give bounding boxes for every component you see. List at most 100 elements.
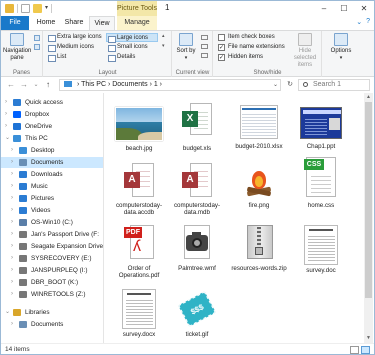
- folder-icon[interactable]: [5, 4, 14, 13]
- layout-scroll-up-icon[interactable]: ▴: [162, 33, 165, 39]
- scroll-down-icon[interactable]: ▼: [364, 334, 373, 343]
- file-item[interactable]: beach.jpg: [109, 101, 169, 152]
- navigation-pane-button[interactable]: Navigation pane: [3, 33, 31, 62]
- nav-item[interactable]: › Seagate Expansion Drive (F:: [1, 241, 103, 252]
- add-columns-icon[interactable]: [201, 44, 208, 49]
- collapse-chevron-icon[interactable]: ›: [5, 121, 7, 132]
- navigation-pane[interactable]: › Quick access › Dropbox › OneDrive ⌄ This PC › D…: [1, 93, 104, 343]
- file-item[interactable]: budget-2010.xlsx: [229, 101, 289, 150]
- file-item[interactable]: X budget.xls: [167, 101, 227, 152]
- collapse-chevron-icon[interactable]: ›: [11, 193, 13, 204]
- recent-locations-chevron-icon[interactable]: ⌄: [30, 79, 42, 91]
- address-history-chevron-icon[interactable]: ⌄: [273, 80, 278, 90]
- group-by-icon[interactable]: [201, 35, 208, 40]
- nav-item[interactable]: › Jan's Passport Drive (F:: [1, 229, 103, 240]
- file-item[interactable]: survey.doc: [291, 225, 351, 274]
- up-button[interactable]: ↑: [42, 79, 54, 91]
- help-icon[interactable]: ?: [366, 18, 370, 26]
- hide-selected-items-button[interactable]: Hide selected items: [290, 33, 320, 69]
- customize-toolbar-chevron-icon[interactable]: ▾: [45, 4, 48, 13]
- nav-item[interactable]: › OS-Win10 (C:): [1, 217, 103, 228]
- forward-button[interactable]: →: [18, 79, 30, 91]
- size-columns-icon[interactable]: [201, 53, 208, 58]
- tab-share[interactable]: Share: [61, 16, 87, 30]
- nav-item[interactable]: › Desktop: [1, 145, 103, 156]
- file-item[interactable]: $$$ ticket.gif: [167, 289, 227, 338]
- layout-list[interactable]: List: [47, 53, 66, 62]
- collapse-chevron-icon[interactable]: ›: [5, 109, 7, 120]
- back-button[interactable]: ←: [5, 79, 17, 91]
- collapse-chevron-icon[interactable]: ›: [11, 145, 13, 156]
- item-check-boxes-toggle[interactable]: Item check boxes: [218, 33, 275, 42]
- minimize-button[interactable]: –: [314, 1, 334, 16]
- layout-scroll-down-icon[interactable]: ▾: [162, 43, 165, 49]
- file-list[interactable]: beach.jpg X budget.xls budget-2010.xlsx: [105, 93, 364, 343]
- collapse-chevron-icon[interactable]: ›: [5, 97, 7, 108]
- nav-item[interactable]: › SYSRECOVERY (E:): [1, 253, 103, 264]
- collapse-chevron-icon[interactable]: ›: [11, 319, 13, 330]
- file-item[interactable]: Palmtree.wmf: [167, 225, 227, 272]
- maximize-button[interactable]: ☐: [334, 1, 354, 16]
- expand-chevron-icon[interactable]: ⌄: [5, 133, 10, 144]
- layout-details[interactable]: Details: [107, 53, 135, 62]
- scroll-up-icon[interactable]: ▲: [364, 93, 373, 102]
- file-item[interactable]: survey.docx: [109, 289, 169, 338]
- new-folder-icon[interactable]: [33, 4, 42, 13]
- tab-view[interactable]: View: [89, 16, 115, 30]
- file-name-extensions-checkbox[interactable]: ✓: [218, 44, 225, 51]
- nav-item[interactable]: › OneDrive: [1, 121, 103, 132]
- close-button[interactable]: ✕: [354, 1, 374, 16]
- search-input[interactable]: Search 1: [298, 79, 370, 91]
- file-item[interactable]: CSS home.css: [291, 157, 351, 209]
- collapse-chevron-icon[interactable]: ›: [11, 253, 13, 264]
- sort-by-button[interactable]: Sort by ▾: [176, 33, 196, 62]
- nav-item[interactable]: › Downloads: [1, 169, 103, 180]
- address-bar[interactable]: › This PC › Documents › 1 › ⌄: [59, 79, 281, 91]
- tab-manage[interactable]: Manage: [117, 16, 157, 30]
- tab-file[interactable]: File: [1, 16, 29, 30]
- item-check-boxes-checkbox[interactable]: [218, 34, 225, 41]
- collapse-chevron-icon[interactable]: ›: [11, 157, 13, 168]
- nav-item[interactable]: › Dropbox: [1, 109, 103, 120]
- preview-pane-icon[interactable]: [34, 35, 40, 41]
- nav-item[interactable]: › Quick access: [1, 97, 103, 108]
- collapse-chevron-icon[interactable]: ›: [11, 241, 13, 252]
- collapse-ribbon-chevron-icon[interactable]: ⌄: [356, 18, 362, 26]
- expand-chevron-icon[interactable]: ⌄: [5, 307, 10, 318]
- collapse-chevron-icon[interactable]: ›: [11, 169, 13, 180]
- file-item[interactable]: resources-words.zip: [229, 225, 289, 272]
- hidden-items-toggle[interactable]: ✓ Hidden items: [218, 53, 263, 62]
- file-item[interactable]: A computerstoday-data.accdb: [109, 163, 169, 216]
- details-pane-icon[interactable]: [34, 44, 40, 50]
- nav-item[interactable]: ⌄ This PC: [1, 133, 103, 144]
- nav-item[interactable]: › JANSPURPLEQ (I:): [1, 265, 103, 276]
- nav-item[interactable]: › Music: [1, 181, 103, 192]
- collapse-chevron-icon[interactable]: ›: [11, 205, 13, 216]
- file-item[interactable]: fire.png: [229, 163, 289, 209]
- large-icons-view-icon[interactable]: [361, 346, 370, 354]
- properties-icon[interactable]: [21, 4, 30, 13]
- nav-item[interactable]: › Documents: [1, 157, 103, 168]
- nav-item[interactable]: ⌄ Libraries: [1, 307, 103, 318]
- file-item[interactable]: A computerstoday-data.mdb: [167, 163, 227, 216]
- nav-item[interactable]: › WINRETOOLS (Z:): [1, 289, 103, 300]
- vertical-scrollbar[interactable]: ▲ ▼: [364, 93, 373, 343]
- scrollbar-thumb[interactable]: [365, 102, 372, 298]
- collapse-chevron-icon[interactable]: ›: [11, 277, 13, 288]
- file-item[interactable]: PDF ʎ Order of Operations.pdf: [109, 225, 169, 279]
- layout-large-icons[interactable]: Large icons: [106, 33, 158, 43]
- collapse-chevron-icon[interactable]: ›: [11, 289, 13, 300]
- nav-item[interactable]: › Documents: [1, 319, 103, 330]
- layout-extra-large-icons[interactable]: Extra large icons: [47, 33, 102, 42]
- collapse-chevron-icon[interactable]: ›: [11, 181, 13, 192]
- options-button[interactable]: Options ▾: [327, 33, 355, 62]
- collapse-chevron-icon[interactable]: ›: [11, 265, 13, 276]
- nav-item[interactable]: › Videos: [1, 205, 103, 216]
- collapse-chevron-icon[interactable]: ›: [11, 229, 13, 240]
- layout-small-icons[interactable]: Small icons: [107, 43, 148, 52]
- layout-medium-icons[interactable]: Medium icons: [47, 43, 94, 52]
- nav-item[interactable]: › Pictures: [1, 193, 103, 204]
- collapse-chevron-icon[interactable]: ›: [11, 217, 13, 228]
- nav-item[interactable]: › DBR_BOOT (K:): [1, 277, 103, 288]
- details-view-icon[interactable]: [350, 346, 359, 354]
